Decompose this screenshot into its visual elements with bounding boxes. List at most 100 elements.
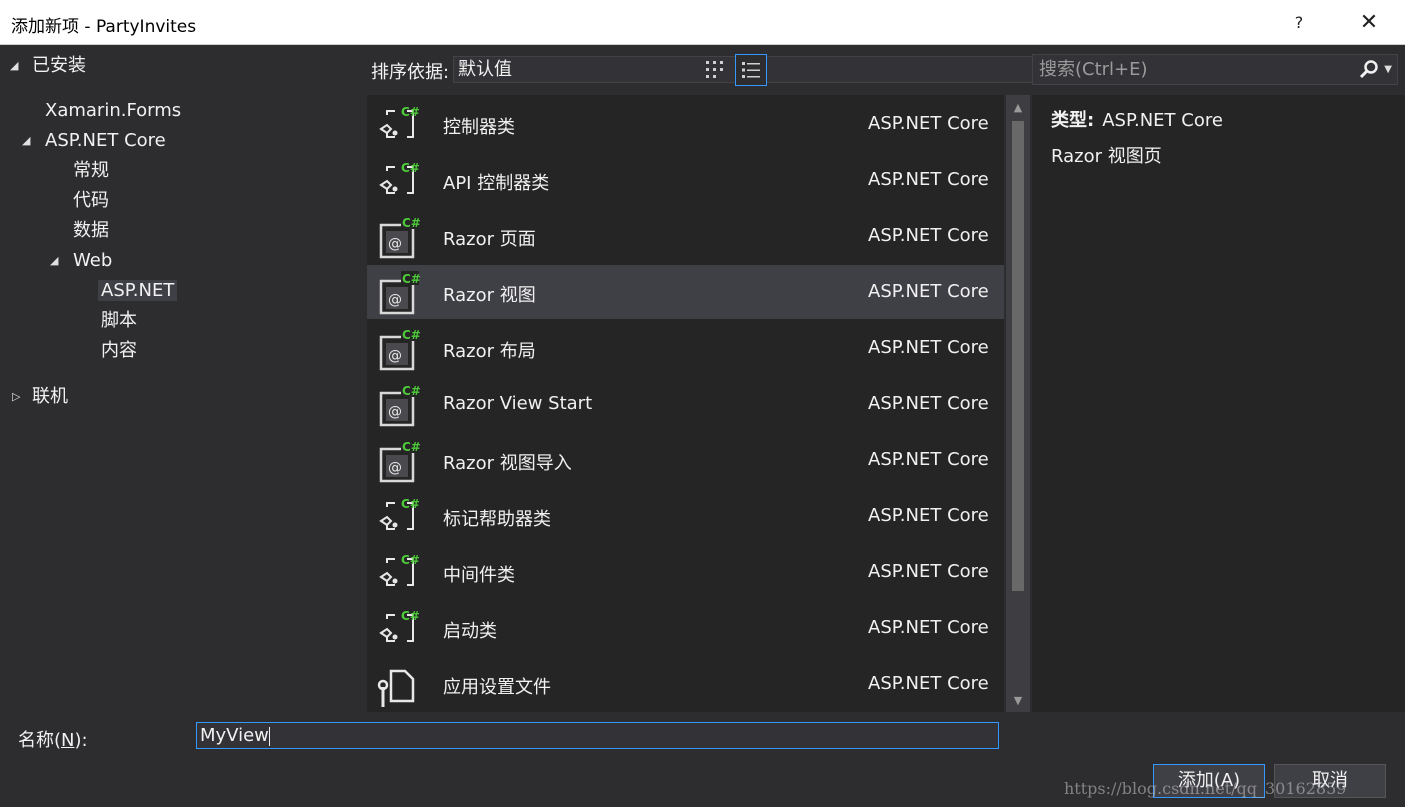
detail-description: Razor 视图页 [1051,146,1162,167]
template-name: 标记帮助器类 [443,509,551,530]
svg-text:@: @ [388,292,402,308]
razor-icon: @ C# [377,383,421,427]
settings-file-icon [377,663,421,707]
svg-text:@: @ [388,404,402,420]
search-input[interactable]: 搜索(Ctrl+E) ▼ [1032,54,1398,85]
template-row[interactable]: @ C# Razor View Start ASP.NET Core [367,377,1004,431]
razor-icon: @ C# [377,439,421,483]
sort-label: 排序依据: [371,62,450,83]
search-icon[interactable] [1359,59,1379,88]
template-category: ASP.NET Core [868,561,989,582]
template-row[interactable]: C# 控制器类 ASP.NET Core [367,97,1004,151]
close-button[interactable]: ✕ [1346,0,1392,44]
collapse-arrow-icon[interactable]: ◢ [22,127,30,155]
scroll-thumb[interactable] [1012,121,1024,591]
svg-text:@: @ [388,460,402,476]
template-name: Razor 视图 [443,285,536,306]
template-row[interactable]: C# API 控制器类 ASP.NET Core [367,153,1004,207]
svg-text:C#: C# [401,553,420,567]
svg-text:C#: C# [401,105,420,119]
detail-type: 类型: ASP.NET Core [1051,106,1223,132]
razor-icon: @ C# [377,215,421,259]
template-name: 应用设置文件 [443,677,551,698]
window-title: 添加新项 - PartyInvites [11,17,197,37]
scroll-up-arrow-icon[interactable]: ▲ [1006,95,1030,119]
grid-view-button[interactable] [699,54,731,86]
svg-text:C#: C# [401,497,420,511]
template-name: Razor 视图导入 [443,453,572,474]
tree-item-content[interactable]: 内容 [101,337,137,365]
template-name: Razor 布局 [443,341,536,362]
template-category: ASP.NET Core [868,449,989,470]
template-row[interactable]: C# 启动类 ASP.NET Core [367,601,1004,655]
template-row[interactable]: 应用设置文件 ASP.NET Core [367,657,1004,711]
title-bar: 添加新项 - PartyInvites ? ✕ [0,0,1405,45]
svg-text:C#: C# [402,328,421,342]
grid-view-icon [706,61,723,78]
search-options-chevron-icon[interactable]: ▼ [1384,55,1392,84]
svg-text:C#: C# [402,384,421,398]
name-label: 名称(N): [18,730,88,751]
tree-item-aspnet[interactable]: ASP.NET [98,277,178,305]
list-scrollbar[interactable]: ▲ ▼ [1006,95,1030,712]
template-category: ASP.NET Core [868,113,989,134]
template-name: 启动类 [443,621,497,642]
svg-text:C#: C# [402,440,421,454]
template-row[interactable]: @ C# Razor 视图 ASP.NET Core [367,265,1004,319]
razor-icon: @ C# [377,271,421,315]
template-category: ASP.NET Core [868,281,989,302]
template-category: ASP.NET Core [868,673,989,694]
tree-item-code[interactable]: 代码 [73,187,109,215]
csharp-class-icon: C# [377,551,421,595]
detail-type-value: ASP.NET Core [1102,110,1223,131]
razor-icon: @ C# [377,327,421,371]
tree-item-xamarin-forms[interactable]: Xamarin.Forms [45,97,181,125]
list-view-button[interactable] [735,54,767,86]
tree-item-general[interactable]: 常规 [73,157,109,185]
svg-text:C#: C# [401,609,420,623]
template-tree: ◢ 已安装 Xamarin.Forms ◢ ASP.NET Core 常规 代码… [0,45,365,713]
search-placeholder: 搜索(Ctrl+E) [1039,59,1148,80]
template-row[interactable]: @ C# Razor 布局 ASP.NET Core [367,321,1004,375]
template-row[interactable]: C# 标记帮助器类 ASP.NET Core [367,489,1004,543]
svg-text:@: @ [388,236,402,252]
template-category: ASP.NET Core [868,169,989,190]
watermark: https://blog.csdn.net/qq_30162859 [1064,779,1347,798]
template-name: Razor View Start [443,393,593,414]
scroll-down-arrow-icon[interactable]: ▼ [1006,688,1030,712]
help-button[interactable]: ? [1276,0,1322,44]
template-name: Razor 页面 [443,229,536,250]
template-category: ASP.NET Core [868,225,989,246]
tree-item-data[interactable]: 数据 [73,217,109,245]
name-input-value: MyView [200,725,269,746]
detail-type-label: 类型: [1051,110,1095,131]
toolbar: 排序依据: 默认值 ▼ 搜索(Ctrl+E) [365,45,1405,95]
expand-arrow-icon[interactable]: ▷ [12,383,20,411]
tree-item-script[interactable]: 脚本 [101,307,137,335]
template-category: ASP.NET Core [868,337,989,358]
collapse-arrow-icon[interactable]: ◢ [10,52,18,80]
template-category: ASP.NET Core [868,617,989,638]
template-name: 控制器类 [443,117,515,138]
sort-value: 默认值 [458,59,512,80]
csharp-class-icon: C# [377,495,421,539]
svg-text:C#: C# [402,272,421,286]
csharp-class-icon: C# [377,103,421,147]
bottom-bar: 名称(N): MyView 添加(A) 取消 https://blog.csdn… [0,713,1405,807]
csharp-class-icon: C# [377,607,421,651]
template-row[interactable]: @ C# Razor 视图导入 ASP.NET Core [367,433,1004,487]
list-view-icon [742,62,760,78]
detail-pane: 类型: ASP.NET Core Razor 视图页 [1032,95,1405,712]
template-row[interactable]: C# 中间件类 ASP.NET Core [367,545,1004,599]
text-caret [268,726,270,746]
csharp-class-icon: C# [377,159,421,203]
template-row[interactable]: @ C# Razor 页面 ASP.NET Core [367,209,1004,263]
collapse-arrow-icon[interactable]: ◢ [50,247,58,275]
template-name: API 控制器类 [443,173,550,194]
template-category: ASP.NET Core [868,505,989,526]
svg-text:C#: C# [401,161,420,175]
svg-text:@: @ [388,348,402,364]
svg-text:C#: C# [402,216,421,230]
name-input[interactable]: MyView [196,722,999,749]
template-name: 中间件类 [443,565,515,586]
